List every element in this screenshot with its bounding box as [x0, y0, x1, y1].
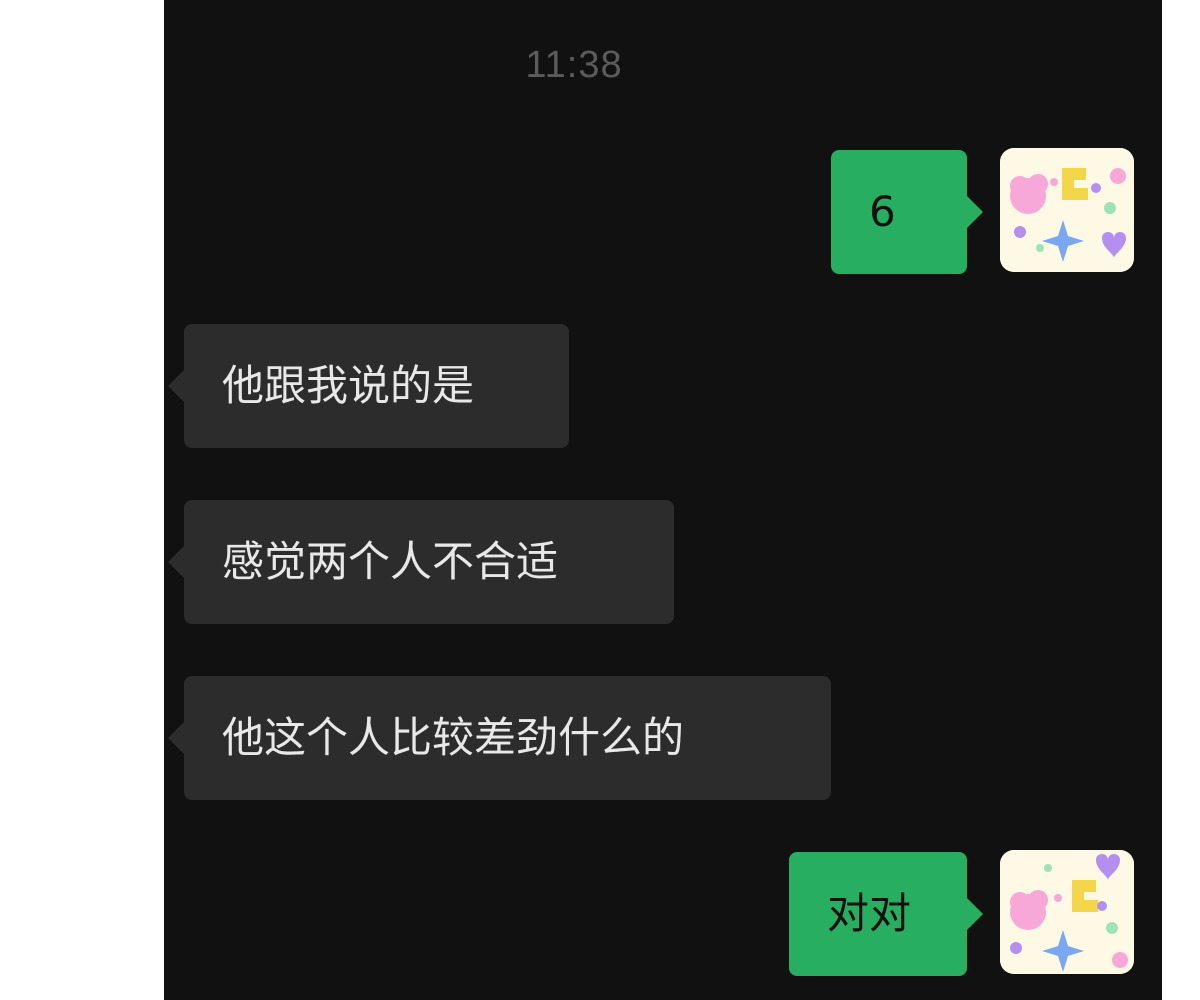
message-timestamp: 11:38: [525, 44, 623, 86]
outgoing-message-bubble[interactable]: 对对: [789, 852, 983, 976]
message-text: 6: [869, 187, 896, 236]
message-text: 他这个人比较差劲什么的: [222, 713, 685, 762]
message-text: 他跟我说的是: [222, 361, 475, 410]
message-text: 对对: [827, 889, 912, 938]
incoming-message-bubble[interactable]: 他这个人比较差劲什么的: [168, 676, 831, 800]
incoming-message-bubble[interactable]: 感觉两个人不合适: [168, 500, 674, 624]
incoming-message-bubble[interactable]: 他跟我说的是: [168, 324, 569, 448]
outgoing-message-bubble[interactable]: 6: [831, 150, 983, 274]
message-text: 感觉两个人不合适: [222, 537, 559, 586]
sticker-avatar-icon[interactable]: [1000, 148, 1134, 272]
sticker-avatar-icon[interactable]: [1000, 850, 1134, 974]
chat-panel: 11:38 6 他跟我说的是 感觉两个人不合适 他这个人比较差劲什么的 对对: [164, 0, 1162, 1000]
